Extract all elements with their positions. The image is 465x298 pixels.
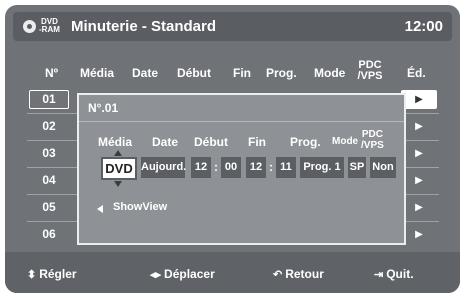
row-number-04[interactable]: 04 [29, 171, 69, 190]
column-start: Début [177, 66, 211, 80]
disc-icon [23, 20, 36, 33]
adjust-label: Régler [39, 267, 77, 281]
column-prog: Prog. [266, 66, 297, 80]
time-separator: : [269, 160, 273, 174]
header-media: Média [98, 135, 133, 149]
header-pdc-line1: PDC [361, 129, 383, 140]
dialog-divider [79, 121, 404, 122]
end-hour-field[interactable]: 12 [246, 157, 266, 178]
timer-screen: DVD -RAM Minuterie - Standard 12:00 Nº M… [5, 5, 460, 293]
quit-label: Quit. [386, 267, 414, 281]
row-number-06[interactable]: 06 [29, 225, 69, 244]
date-field[interactable]: Aujourd. [141, 157, 186, 178]
left-right-icon: ◂▸ [150, 269, 162, 281]
start-hour-field[interactable]: 12 [191, 157, 211, 178]
exit-icon: ⇥ [374, 269, 384, 281]
dvd-ram-logo: DVD -RAM [39, 18, 60, 34]
column-number: Nº [45, 66, 59, 80]
back-label: Retour [285, 267, 324, 281]
start-minute-field[interactable]: 00 [221, 157, 241, 178]
return-icon: ↶ [273, 269, 283, 281]
edit-arrow-icon[interactable]: ▶ [401, 198, 437, 217]
quit-button[interactable]: ⇥ Quit. [374, 267, 414, 281]
edit-arrow-icon[interactable]: ▶ [401, 144, 437, 163]
prog-field[interactable]: Prog. 1 [300, 157, 344, 178]
row-number-05[interactable]: 05 [29, 198, 69, 217]
column-media: Média [80, 66, 115, 80]
time-separator: : [214, 160, 218, 174]
end-minute-field[interactable]: 11 [276, 157, 296, 178]
row-number-01[interactable]: 01 [29, 90, 69, 109]
showview-option[interactable]: ShowView [113, 201, 167, 213]
edit-arrow-icon[interactable]: ▶ [401, 90, 437, 109]
move-hint: ◂▸ Déplacer [150, 267, 215, 281]
left-arrow-icon[interactable] [97, 205, 103, 213]
mode-field[interactable]: SP [348, 157, 366, 178]
row-number-02[interactable]: 02 [29, 117, 69, 136]
move-label: Déplacer [164, 267, 215, 281]
header-mode: Mode [332, 136, 359, 147]
media-field[interactable]: DVD [101, 157, 137, 180]
timer-edit-dialog: N°.01 Média Date Début Fin Prog. Mode PD… [77, 93, 406, 245]
header-prog: Prog. [290, 135, 321, 149]
column-end: Fin [233, 66, 251, 80]
back-button[interactable]: ↶ Retour [273, 267, 324, 281]
header-end: Fin [248, 135, 266, 149]
row-number-03[interactable]: 03 [29, 144, 69, 163]
column-edit: Éd. [407, 66, 426, 80]
decrease-arrow-icon[interactable] [114, 181, 122, 187]
column-pdc-vps: PDC /VPS [357, 60, 383, 81]
adjust-hint: ⬍ Régler [27, 267, 77, 281]
header-bar: DVD -RAM Minuterie - Standard 12:00 [13, 12, 452, 41]
up-down-icon: ⬍ [27, 269, 37, 281]
edit-arrow-icon[interactable]: ▶ [401, 225, 437, 244]
header-start: Début [194, 135, 228, 149]
dialog-title: N°.01 [88, 101, 119, 115]
header-pdc-vps: PDC /VPS [361, 129, 384, 151]
column-mode: Mode [314, 66, 346, 80]
footer-bar: ⬍ Régler ◂▸ Déplacer ↶ Retour ⇥ Quit. [5, 252, 460, 293]
logo-bottom: -RAM [39, 25, 60, 34]
increase-arrow-icon[interactable] [114, 150, 122, 156]
column-date: Date [132, 66, 159, 80]
header-date: Date [152, 135, 179, 149]
pdc-vps-field[interactable]: Non [370, 157, 396, 178]
clock: 12:00 [404, 18, 443, 35]
edit-arrow-icon[interactable]: ▶ [401, 117, 437, 136]
edit-arrow-icon[interactable]: ▶ [401, 171, 437, 190]
page-title: Minuterie - Standard [71, 18, 217, 35]
header-pdc-line2: /VPS [361, 140, 384, 151]
